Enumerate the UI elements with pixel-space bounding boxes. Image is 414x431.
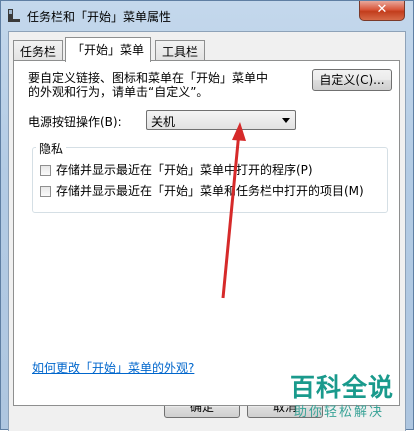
start-menu-panel: 要自定义链接、图标和菜单在「开始」菜单中的外观和行为，请单击“自定义”。 自定义… <box>13 60 400 406</box>
privacy-group-title: 隐私 <box>36 140 67 157</box>
watermark: 百科全说 助你轻松解决 <box>286 368 414 430</box>
tab-toolbars[interactable]: 工具栏 <box>155 40 206 60</box>
title-bar: 任务栏和「开始」菜单属性 ✕ <box>1 1 413 31</box>
window-title: 任务栏和「开始」菜单属性 <box>27 10 172 24</box>
privacy-group <box>32 147 388 213</box>
privacy-option-label: 存储并显示最近在「开始」菜单和任务栏中打开的项目(M) <box>56 184 364 198</box>
checkbox[interactable] <box>40 165 51 176</box>
privacy-option-programs[interactable]: 存储并显示最近在「开始」菜单中打开的程序(P) <box>40 161 313 178</box>
chevron-down-icon <box>282 118 290 123</box>
tab-taskbar[interactable]: 任务栏 <box>13 40 64 60</box>
taskbar-properties-icon <box>8 9 20 22</box>
power-action-value: 关机 <box>151 115 176 129</box>
tab-start-menu[interactable]: 「开始」菜单 <box>65 37 152 62</box>
watermark-title: 百科全说 <box>290 373 395 402</box>
power-button-label: 电源按钮操作(B): <box>28 115 122 129</box>
watermark-subtitle: 助你轻松解决 <box>294 405 385 420</box>
checkbox[interactable] <box>40 186 51 197</box>
customize-button[interactable]: 自定义(C)... <box>312 69 392 91</box>
privacy-option-label: 存储并显示最近在「开始」菜单中打开的程序(P) <box>56 163 313 177</box>
privacy-option-items[interactable]: 存储并显示最近在「开始」菜单和任务栏中打开的项目(M) <box>40 182 364 199</box>
close-button[interactable]: ✕ <box>359 1 405 21</box>
power-action-select[interactable]: 关机 <box>146 110 296 130</box>
window-frame: 任务栏和「开始」菜单属性 ✕ 任务栏 「开始」菜单 工具栏 要自定义链接、图标和… <box>0 0 414 431</box>
help-link[interactable]: 如何更改「开始」菜单的外观? <box>32 359 194 376</box>
description-text: 要自定义链接、图标和菜单在「开始」菜单中的外观和行为，请单击“自定义”。 <box>28 71 269 99</box>
